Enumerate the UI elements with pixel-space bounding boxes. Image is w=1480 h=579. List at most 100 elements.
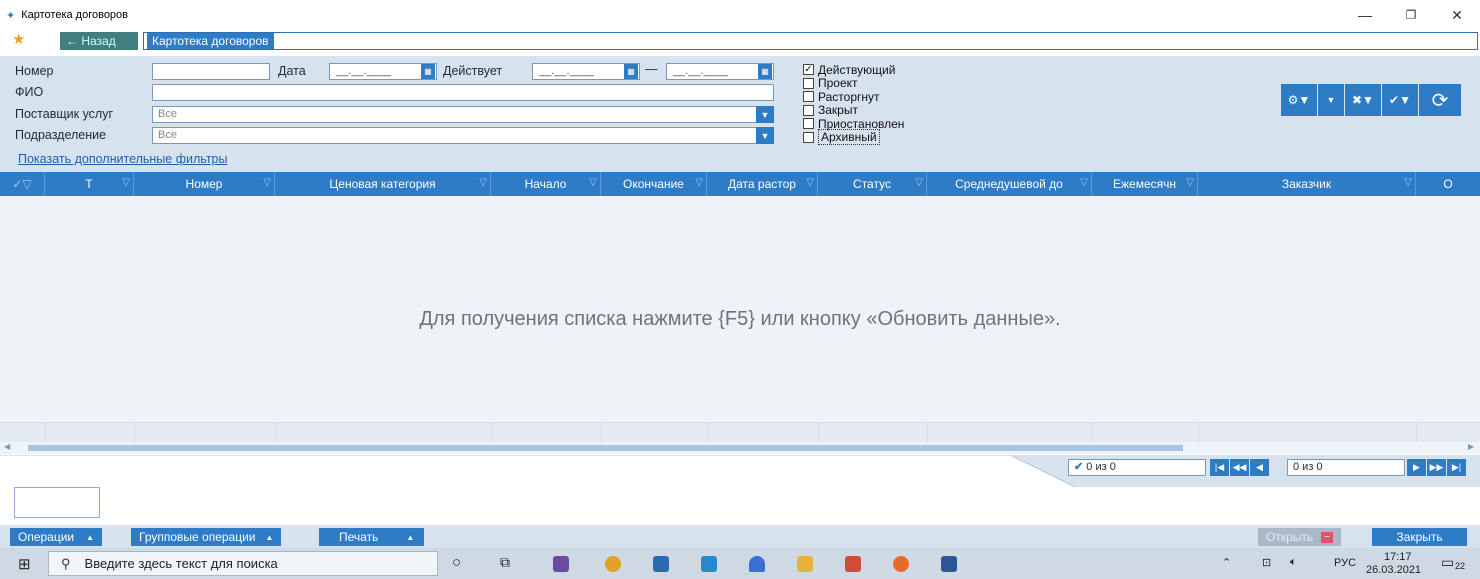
- search-input[interactable]: Введите здесь текст для поиска: [85, 556, 278, 571]
- grid-column-divider: [707, 423, 708, 443]
- provider-select[interactable]: Все: [152, 106, 774, 123]
- app-icon-3[interactable]: [701, 556, 717, 572]
- filter-dropdown-button[interactable]: ▼: [1318, 84, 1344, 116]
- pager-bar: ✔ 0 из 0 |◀ ◀◀ ◀ 0 из 0 ▶ ▶▶ ▶|: [0, 455, 1480, 487]
- taskbar-search[interactable]: ⚲ Введите здесь текст для поиска: [48, 551, 438, 576]
- column-header-type[interactable]: Т ▽: [45, 172, 134, 196]
- file-explorer-icon[interactable]: [797, 556, 813, 572]
- app-icon-1[interactable]: [553, 556, 569, 572]
- word-icon[interactable]: [941, 556, 957, 572]
- calendar-icon[interactable]: ▦: [421, 64, 435, 79]
- app-icon-2[interactable]: [653, 556, 669, 572]
- grid-column-divider: [1416, 423, 1417, 443]
- prev-page-button[interactable]: ◀: [1250, 459, 1269, 476]
- app-icon-4[interactable]: [749, 556, 765, 572]
- horizontal-scrollbar[interactable]: ◀ ▶: [0, 442, 1480, 454]
- tray-chevron-icon[interactable]: ⌃: [1222, 556, 1231, 569]
- clear-filter-icon: ✖▼: [1352, 93, 1374, 107]
- apply-filter-button[interactable]: ✔▼: [1382, 84, 1418, 116]
- chevron-down-icon[interactable]: ▼: [756, 127, 774, 144]
- select-all-column[interactable]: ✓▽: [0, 172, 45, 196]
- column-header-termination-date[interactable]: Дата растор ▽: [707, 172, 818, 196]
- fio-label: ФИО: [15, 85, 44, 99]
- grid-column-divider: [601, 423, 602, 443]
- next-fast-button[interactable]: ▶▶: [1427, 459, 1446, 476]
- grid-column-divider: [491, 423, 492, 443]
- close-button[interactable]: ✕: [1434, 0, 1480, 30]
- column-header-customer[interactable]: Заказчик ▽: [1198, 172, 1416, 196]
- column-header-start[interactable]: Начало ▽: [491, 172, 601, 196]
- scroll-left-icon[interactable]: ◀: [4, 442, 10, 451]
- next-page-button[interactable]: ▶: [1407, 459, 1426, 476]
- division-label: Подразделение: [15, 128, 107, 142]
- close-form-button[interactable]: Закрыть: [1372, 528, 1467, 546]
- more-filters-link[interactable]: Показать дополнительные фильтры: [18, 152, 227, 166]
- network-icon[interactable]: ⊡: [1262, 556, 1271, 569]
- checkbox-icon[interactable]: [803, 104, 814, 116]
- language-indicator[interactable]: РУС: [1334, 557, 1356, 569]
- checkbox-icon[interactable]: [803, 91, 814, 102]
- division-select[interactable]: Все: [152, 127, 774, 144]
- grid-column-divider: [1092, 423, 1093, 443]
- title-bar: ✦ Картотека договоров — ❐ ✕: [0, 0, 1480, 30]
- status-checkbox[interactable]: Архивный: [803, 129, 880, 145]
- checkbox-icon[interactable]: [803, 77, 814, 89]
- column-header-monthly[interactable]: Ежемесячн ▽: [1092, 172, 1198, 196]
- prev-fast-button[interactable]: ◀◀: [1230, 459, 1249, 476]
- fio-input[interactable]: [152, 84, 774, 101]
- chrome-icon[interactable]: [605, 556, 621, 572]
- column-header-average-income[interactable]: Среднедушевой до ▽: [927, 172, 1092, 196]
- filter-settings-button[interactable]: ⚙▼: [1281, 84, 1317, 116]
- column-header-other[interactable]: О: [1416, 172, 1480, 196]
- app-icon-5[interactable]: [845, 556, 861, 572]
- status-checkbox-label: Архивный: [818, 129, 880, 145]
- column-header-number[interactable]: Номер ▽: [134, 172, 275, 196]
- windows-start-icon[interactable]: ⊞: [18, 555, 31, 573]
- maximize-button[interactable]: ❐: [1388, 0, 1434, 30]
- last-page-icon: ▶|: [1451, 462, 1462, 472]
- column-header-price-category[interactable]: Ценовая категория ▽: [275, 172, 491, 196]
- clock-time[interactable]: 17:17: [1384, 551, 1412, 563]
- chevron-down-icon[interactable]: ▼: [756, 106, 774, 123]
- status-checkbox[interactable]: ✓ Действующий: [803, 63, 895, 77]
- breadcrumb-current[interactable]: Картотека договоров: [147, 33, 274, 49]
- back-button[interactable]: ← Назад: [60, 32, 138, 50]
- checkbox-icon[interactable]: [803, 131, 814, 143]
- cortana-icon[interactable]: ○: [452, 554, 461, 571]
- clear-filter-button[interactable]: ✖▼: [1345, 84, 1381, 116]
- refresh-button[interactable]: ⟳: [1419, 84, 1461, 116]
- task-view-icon[interactable]: ⧉: [500, 554, 510, 571]
- clock-date[interactable]: 26.03.2021: [1366, 564, 1421, 576]
- calendar-icon[interactable]: ▦: [624, 64, 638, 79]
- print-button[interactable]: Печать ▲: [319, 528, 425, 546]
- open-button[interactable]: Открыть −: [1258, 528, 1341, 546]
- breadcrumb: Картотека договоров: [143, 32, 1478, 50]
- status-checkbox[interactable]: Закрыт: [803, 103, 858, 117]
- last-page-button[interactable]: ▶|: [1447, 459, 1466, 476]
- column-header-status[interactable]: Статус ▽: [818, 172, 927, 196]
- notification-icon[interactable]: ▭: [1441, 554, 1454, 571]
- grid-column-divider: [275, 423, 276, 443]
- pager-divider-shape: [0, 455, 1076, 487]
- column-header-end[interactable]: Окончание ▽: [601, 172, 707, 196]
- volume-icon[interactable]: 🔈︎: [1290, 556, 1297, 569]
- scroll-right-icon[interactable]: ▶: [1468, 442, 1474, 451]
- checkbox-checked-icon[interactable]: ✓: [803, 64, 814, 75]
- firefox-icon[interactable]: [893, 556, 909, 572]
- page-indicator[interactable]: 0 из 0: [1287, 459, 1405, 476]
- next-icon: ▶: [1413, 462, 1420, 472]
- number-input[interactable]: [152, 63, 270, 80]
- calendar-icon[interactable]: ▦: [758, 64, 772, 79]
- checkbox-icon[interactable]: [803, 118, 814, 129]
- status-checkbox[interactable]: Проект: [803, 76, 858, 90]
- range-dash: —: [645, 62, 658, 76]
- status-checkbox[interactable]: Расторгнут: [803, 90, 880, 104]
- star-icon[interactable]: ★: [12, 30, 25, 48]
- selected-count: ✔ 0 из 0: [1068, 459, 1206, 476]
- scrollbar-thumb[interactable]: [28, 445, 1183, 451]
- minimize-button[interactable]: —: [1342, 0, 1388, 30]
- operations-button[interactable]: Операции ▲: [10, 528, 103, 546]
- grid-body: Для получения списка нажмите {F5} или кн…: [0, 196, 1480, 442]
- group-operations-button[interactable]: Групповые операции ▲: [131, 528, 282, 546]
- first-page-button[interactable]: |◀: [1210, 459, 1229, 476]
